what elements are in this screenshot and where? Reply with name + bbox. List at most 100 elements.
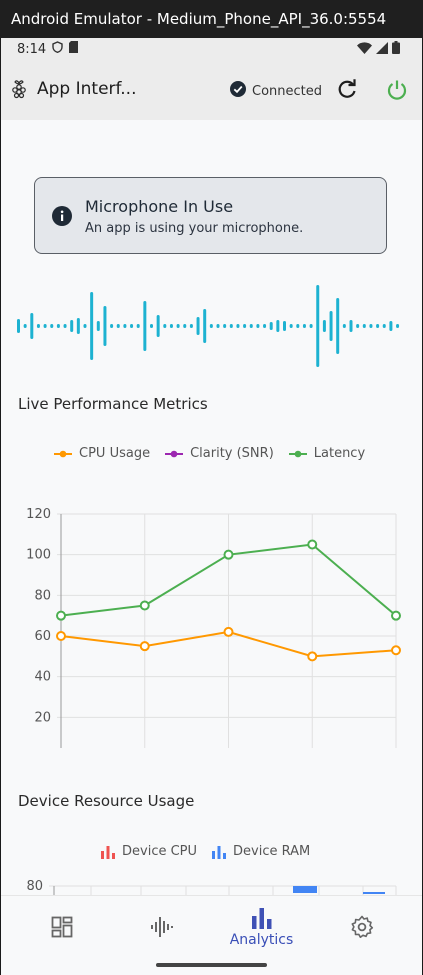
- waveform-bar: [342, 324, 346, 328]
- legend-clarity[interactable]: Clarity (SNR): [164, 446, 274, 461]
- legend-cpu-marker: [54, 450, 72, 457]
- raspberry-logo-icon: [10, 79, 28, 103]
- y-tick-label: 120: [26, 507, 51, 522]
- waveform-bar: [209, 324, 213, 328]
- waveform-bar: [229, 324, 233, 328]
- nav-dashboard[interactable]: [9, 896, 114, 975]
- shield-icon: [52, 41, 63, 57]
- resources-legend: Device CPU Device RAM: [100, 844, 310, 859]
- nav-analytics-label: Analytics: [229, 932, 294, 948]
- waveform-bar: [289, 324, 293, 328]
- waveform-bar: [376, 324, 380, 328]
- waveform-bar: [369, 324, 373, 328]
- microphone-in-use-banner: Microphone In Use An app is using your m…: [34, 177, 387, 254]
- waveform-bar: [150, 324, 153, 328]
- check-circle-icon: [230, 81, 246, 101]
- data-point-cpu-usage: [223, 626, 234, 637]
- waveform-bar: [36, 324, 40, 328]
- sim-card-icon: [69, 41, 79, 57]
- status-bar: 8:14: [1, 38, 422, 60]
- waveform-bar: [30, 313, 34, 339]
- data-point-cpu-usage: [139, 641, 150, 652]
- legend-latency[interactable]: Latency: [288, 446, 365, 461]
- dashboard-icon: [51, 916, 73, 938]
- waveform-bar: [50, 324, 54, 328]
- power-icon: [387, 80, 407, 100]
- waveform-bar: [389, 321, 393, 331]
- waveform-bar: [23, 324, 27, 328]
- power-button[interactable]: [386, 79, 408, 105]
- y-tick-label: 100: [26, 548, 51, 563]
- refresh-icon: [338, 79, 356, 98]
- gesture-bar[interactable]: [156, 963, 267, 967]
- metrics-section-title: Live Performance Metrics: [18, 395, 208, 413]
- waveform-bar: [110, 324, 114, 328]
- waveform-bar: [169, 324, 173, 328]
- waveform-bar: [302, 324, 306, 328]
- waveform-bar: [70, 320, 74, 332]
- waveform-bar: [143, 301, 147, 351]
- waveform-bar: [56, 324, 60, 328]
- y-tick-label: 80: [26, 879, 43, 894]
- waveform-bar: [296, 324, 300, 328]
- waveform-bar: [196, 317, 200, 335]
- wifi-icon: [357, 41, 372, 58]
- data-point-latency: [223, 549, 234, 560]
- waveform-bar: [283, 321, 286, 331]
- waveform-bar: [136, 324, 140, 328]
- legend-cpu-usage[interactable]: CPU Usage: [53, 446, 150, 461]
- waveform-bar: [223, 324, 227, 328]
- waveform-icon: [151, 917, 173, 937]
- waveform-bar: [349, 320, 353, 332]
- bar-chart-icon: [212, 845, 227, 859]
- y-tick-label: 80: [34, 588, 51, 603]
- waveform-bar: [163, 324, 167, 328]
- legend-cpu-usage-label: CPU Usage: [79, 446, 151, 461]
- info-icon: [52, 206, 72, 230]
- waveform-bar: [276, 320, 280, 332]
- connection-status: Connected: [230, 81, 322, 101]
- waveform-bar: [116, 324, 120, 328]
- legend-latency-label: Latency: [313, 446, 366, 461]
- legend-device-ram-label: Device RAM: [233, 844, 311, 859]
- metrics-legend: CPU Usage Clarity (SNR) Latency: [53, 446, 365, 461]
- waveform-bar: [356, 324, 360, 328]
- data-point-cpu-usage: [307, 651, 318, 662]
- y-tick-label: 60: [34, 629, 51, 644]
- waveform-bar: [203, 309, 207, 343]
- waveform-bar: [249, 324, 253, 328]
- waveform-bar: [83, 324, 87, 328]
- data-point-latency: [139, 600, 150, 611]
- waveform-bar: [90, 292, 94, 360]
- status-time: 8:14: [17, 41, 47, 57]
- waveform-bar: [189, 324, 193, 328]
- data-point-cpu-usage: [56, 631, 66, 641]
- nav-settings[interactable]: [309, 896, 414, 975]
- waveform-bar: [309, 324, 313, 328]
- window-title: Android Emulator - Medium_Phone_API_36.0…: [11, 10, 387, 28]
- refresh-button[interactable]: [336, 79, 358, 105]
- waveform-bar: [103, 306, 107, 346]
- waveform-bar: [382, 324, 386, 328]
- y-tick-label: 20: [34, 710, 51, 725]
- signal-icon: [376, 41, 388, 58]
- data-point-latency: [56, 610, 66, 621]
- waveform-bar: [256, 324, 260, 328]
- waveform-bar: [176, 324, 180, 328]
- waveform-bar: [183, 324, 187, 328]
- waveform-bar: [43, 324, 47, 328]
- waveform-bar: [336, 298, 340, 354]
- app-title: App Interf...: [37, 79, 137, 99]
- legend-clarity-label: Clarity (SNR): [190, 446, 274, 461]
- app-bar: App Interf... Connected: [1, 60, 422, 120]
- legend-device-ram[interactable]: Device RAM: [211, 844, 310, 859]
- waveform-bar: [17, 319, 20, 333]
- legend-latency-marker: [288, 450, 307, 457]
- status-icons: [357, 41, 400, 58]
- waveform-bar: [316, 285, 320, 367]
- legend-device-cpu[interactable]: Device CPU: [100, 844, 197, 859]
- waveform-bar: [269, 322, 273, 330]
- y-tick-label: 40: [34, 670, 51, 685]
- waveform-bar: [362, 324, 366, 328]
- legend-device-cpu-label: Device CPU: [122, 844, 198, 859]
